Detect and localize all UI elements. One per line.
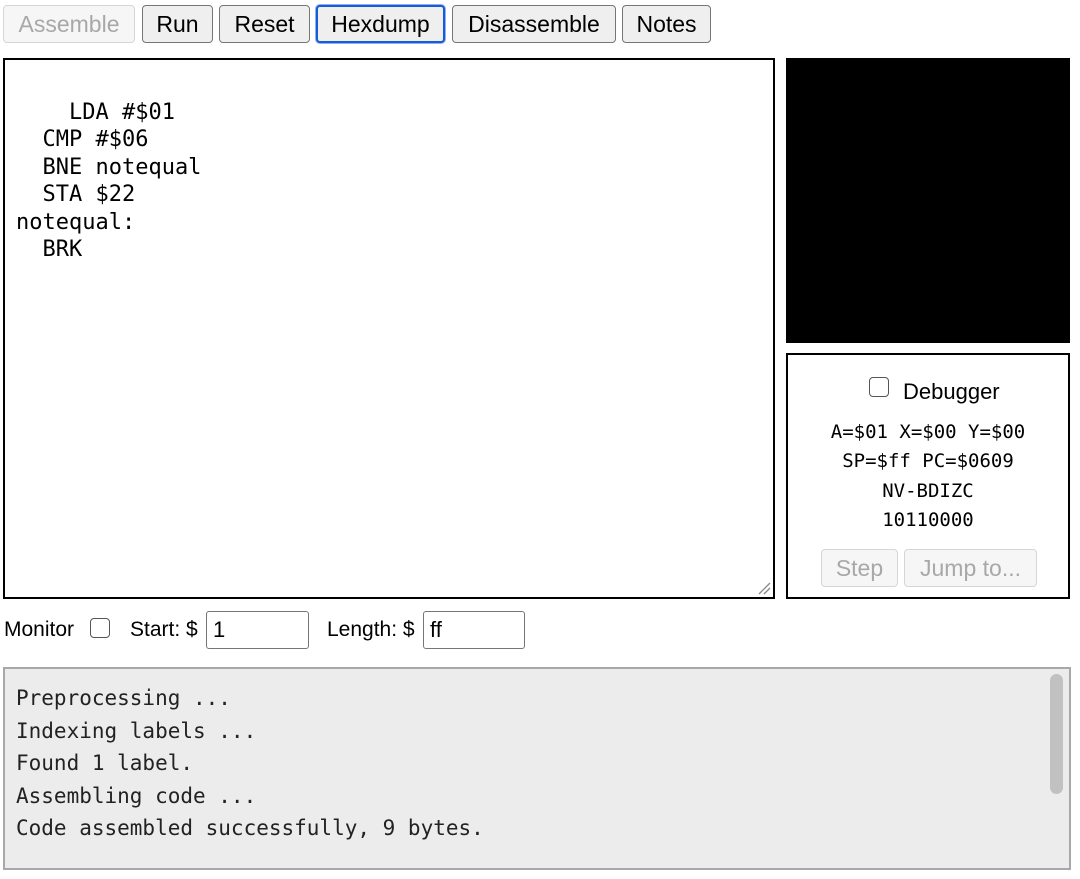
- flags-header: NV-BDIZC: [882, 480, 974, 502]
- debugger-label: Debugger: [903, 379, 1000, 404]
- resize-grip-icon[interactable]: [757, 581, 771, 595]
- monitor-label: Monitor: [4, 618, 75, 641]
- registers-line-1: A=$01 X=$00 Y=$00: [830, 421, 1026, 443]
- reset-button[interactable]: Reset: [219, 5, 310, 43]
- messages-console[interactable]: Preprocessing ... Indexing labels ... Fo…: [3, 667, 1071, 870]
- length-label: Length: $: [327, 618, 415, 641]
- start-input[interactable]: 1: [206, 611, 309, 649]
- display-screen: [786, 58, 1070, 343]
- start-label: Start: $: [130, 618, 198, 641]
- length-input[interactable]: ff: [423, 611, 525, 649]
- step-button[interactable]: Step: [821, 549, 898, 587]
- debugger-checkbox[interactable]: [869, 377, 889, 397]
- code-editor[interactable]: LDA #$01 CMP #$06 BNE notequal STA $22 n…: [3, 58, 775, 599]
- debugger-panel: Debugger A=$01 X=$00 Y=$00 SP=$ff PC=$06…: [786, 353, 1070, 599]
- messages-text: Preprocessing ... Indexing labels ... Fo…: [16, 686, 484, 840]
- monitor-checkbox[interactable]: [90, 618, 110, 638]
- registers-line-2: SP=$ff PC=$0609: [842, 450, 1014, 472]
- scrollbar-thumb[interactable]: [1050, 674, 1063, 794]
- messages-scrollbar[interactable]: [1045, 669, 1069, 868]
- code-text[interactable]: LDA #$01 CMP #$06 BNE notequal STA $22 n…: [16, 100, 201, 263]
- hexdump-button[interactable]: Hexdump: [316, 5, 445, 43]
- notes-button[interactable]: Notes: [622, 5, 711, 43]
- flags-values: 10110000: [882, 509, 974, 531]
- jump-to-button[interactable]: Jump to...: [904, 549, 1037, 587]
- assemble-button[interactable]: Assemble: [3, 5, 135, 43]
- disassemble-button[interactable]: Disassemble: [452, 5, 616, 43]
- run-button[interactable]: Run: [142, 5, 213, 43]
